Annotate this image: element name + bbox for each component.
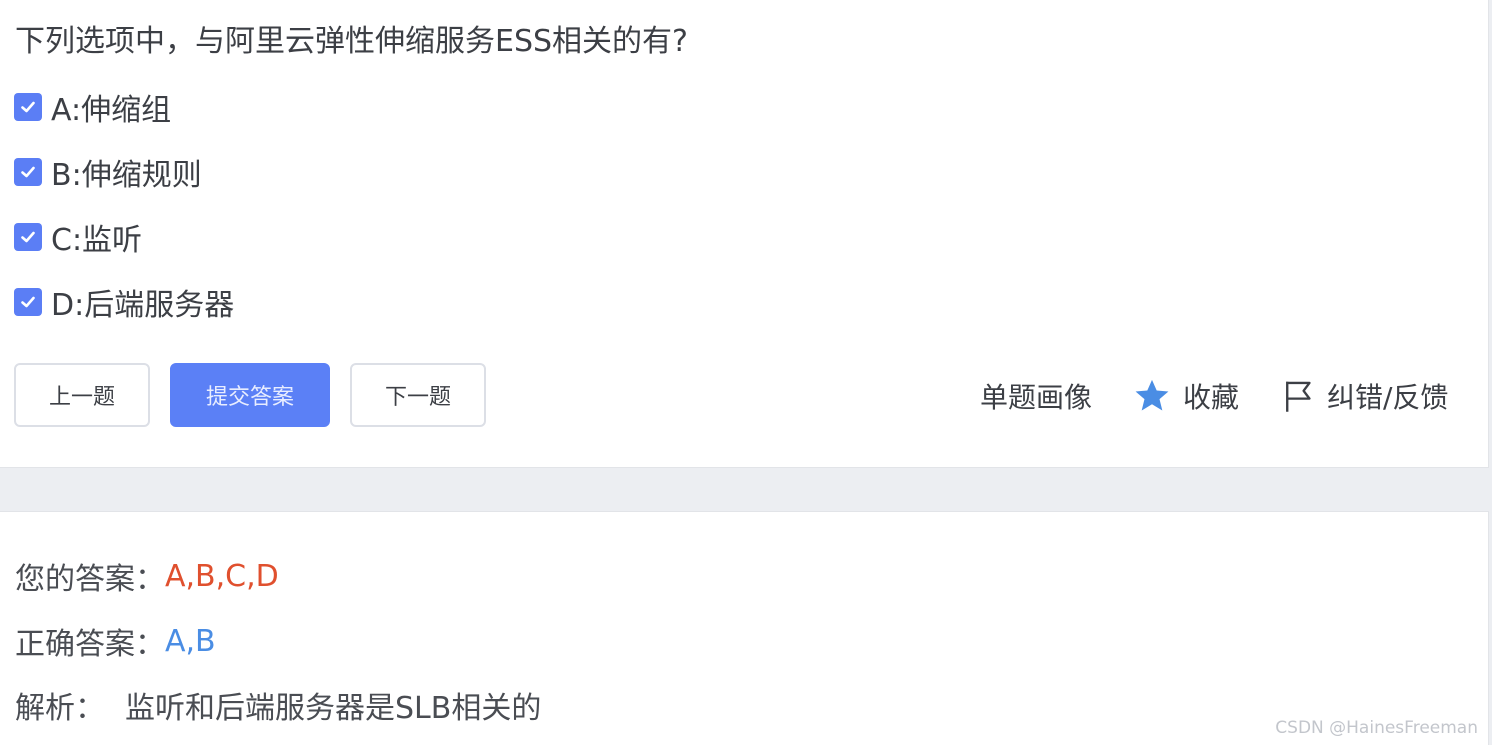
analysis-row: 解析： 监听和后端服务器是SLB相关的 <box>15 685 542 726</box>
analysis-label: 解析： <box>15 691 105 726</box>
your-answer-row: 您的答案： A,B,C,D <box>15 556 279 598</box>
correct-answer-value: A,B <box>165 623 216 659</box>
feedback-label: 纠错/反馈 <box>1327 381 1449 414</box>
option-a-checkbox[interactable] <box>14 93 42 121</box>
option-b-label: B:伸缩规则 <box>51 158 202 193</box>
question-portrait-label: 单题画像 <box>980 381 1093 414</box>
option-d-checkbox[interactable] <box>14 288 42 316</box>
prev-question-button[interactable]: 上一题 <box>14 363 150 427</box>
option-c[interactable]: C:监听 <box>14 217 143 258</box>
favorite-label: 收藏 <box>1183 381 1240 414</box>
result-card: 您的答案： A,B,C,D 正确答案： A,B 解析： 监听和后端服务器是SLB… <box>0 511 1489 745</box>
question-portrait-link[interactable]: 单题画像 <box>980 376 1092 416</box>
option-a-label: A:伸缩组 <box>51 93 172 128</box>
watermark: CSDN @HainesFreeman <box>1275 718 1478 738</box>
option-c-checkbox[interactable] <box>14 223 42 251</box>
submit-answer-button[interactable]: 提交答案 <box>170 363 330 427</box>
option-d[interactable]: D:后端服务器 <box>14 282 235 323</box>
your-answer-value: A,B,C,D <box>165 558 279 594</box>
star-icon <box>1133 378 1171 414</box>
option-a[interactable]: A:伸缩组 <box>14 87 172 128</box>
check-icon <box>21 231 35 243</box>
feedback-button[interactable]: 纠错/反馈 <box>1283 376 1448 416</box>
next-question-button[interactable]: 下一题 <box>350 363 486 427</box>
check-icon <box>21 296 35 308</box>
option-b-checkbox[interactable] <box>14 158 42 186</box>
analysis-text: 监听和后端服务器是SLB相关的 <box>125 691 542 726</box>
correct-answer-label: 正确答案： <box>15 627 165 662</box>
question-card: 下列选项中，与阿里云弹性伸缩服务ESS相关的有? A:伸缩组 B:伸缩规则 C:… <box>0 0 1489 468</box>
correct-answer-row: 正确答案： A,B <box>15 621 216 663</box>
option-c-label: C:监听 <box>51 223 143 258</box>
your-answer-label: 您的答案： <box>15 562 165 597</box>
check-icon <box>21 166 35 178</box>
flag-icon <box>1283 379 1315 413</box>
favorite-button[interactable]: 收藏 <box>1133 376 1239 416</box>
question-text: 下列选项中，与阿里云弹性伸缩服务ESS相关的有? <box>15 24 688 59</box>
check-icon <box>21 101 35 113</box>
option-d-label: D:后端服务器 <box>51 288 235 323</box>
option-b[interactable]: B:伸缩规则 <box>14 152 202 193</box>
